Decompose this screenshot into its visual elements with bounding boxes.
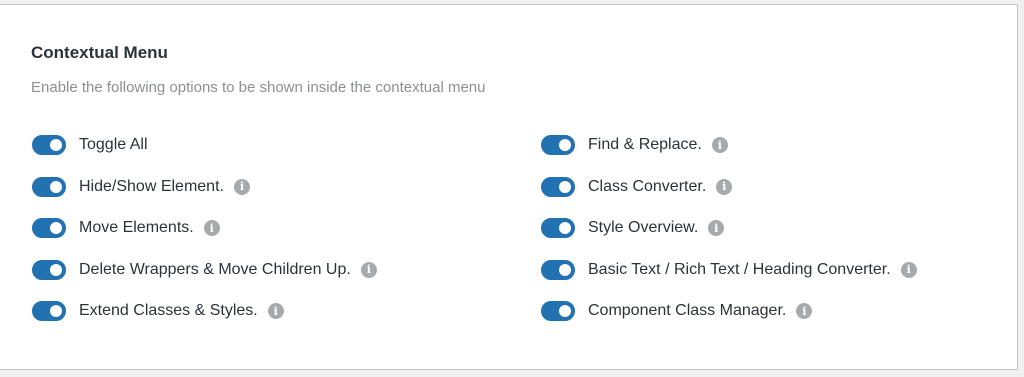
section-title: Contextual Menu xyxy=(31,43,168,62)
info-icon[interactable]: i xyxy=(360,261,377,278)
info-icon[interactable]: i xyxy=(711,137,728,153)
info-icon[interactable]: i xyxy=(716,178,733,195)
contextual-menu-panel: Contextual Menu Enable the following opt… xyxy=(0,4,1018,370)
move-elements-switch[interactable] xyxy=(32,218,66,238)
options-column-right: Find & Replace. i Class Converter. i Sty… xyxy=(541,133,917,341)
option-label: Style Overview. xyxy=(588,219,699,236)
option-label: Component Class Manager. xyxy=(588,302,787,319)
toggle-knob xyxy=(559,305,571,317)
toggle-knob xyxy=(50,305,62,317)
toggle-knob xyxy=(559,222,571,234)
toggle-knob xyxy=(559,263,571,276)
info-icon[interactable]: i xyxy=(796,303,813,319)
component-class-manager-switch[interactable] xyxy=(541,301,575,321)
info-icon[interactable]: i xyxy=(233,178,250,195)
toggle-knob xyxy=(559,180,571,193)
option-toggle-all: Toggle All xyxy=(32,133,377,157)
option-hide-show-element: Hide/Show Element. i xyxy=(32,175,377,199)
style-overview-switch[interactable] xyxy=(541,218,575,238)
option-label: Toggle All xyxy=(79,136,148,153)
option-find-replace: Find & Replace. i xyxy=(541,133,917,157)
toggle-knob xyxy=(50,222,62,234)
info-icon[interactable]: i xyxy=(267,303,284,319)
option-label: Find & Replace. xyxy=(588,136,702,153)
toggle-knob xyxy=(50,139,62,151)
option-delete-wrappers: Delete Wrappers & Move Children Up. i xyxy=(32,258,377,282)
option-label: Extend Classes & Styles. xyxy=(79,302,258,319)
option-label: Class Converter. xyxy=(588,177,707,195)
toggle-knob xyxy=(50,263,62,276)
extend-classes-switch[interactable] xyxy=(32,301,66,321)
info-icon[interactable]: i xyxy=(708,220,725,236)
option-class-converter: Class Converter. i xyxy=(541,175,917,199)
option-move-elements: Move Elements. i xyxy=(32,216,377,240)
options-column-left: Toggle All Hide/Show Element. i Move Ele… xyxy=(32,133,377,341)
info-icon[interactable]: i xyxy=(900,261,917,278)
class-converter-switch[interactable] xyxy=(541,176,575,197)
toggle-all-switch[interactable] xyxy=(32,135,66,155)
text-converter-switch[interactable] xyxy=(541,259,575,280)
option-text-converter: Basic Text / Rich Text / Heading Convert… xyxy=(541,258,917,282)
option-label: Hide/Show Element. xyxy=(79,177,224,195)
toggle-knob xyxy=(50,180,62,193)
option-label: Delete Wrappers & Move Children Up. xyxy=(79,260,351,278)
option-extend-classes: Extend Classes & Styles. i xyxy=(32,299,377,323)
find-replace-switch[interactable] xyxy=(541,135,575,155)
option-style-overview: Style Overview. i xyxy=(541,216,917,240)
section-description: Enable the following options to be shown… xyxy=(31,79,486,96)
option-label: Move Elements. xyxy=(79,219,194,236)
toggle-knob xyxy=(559,139,571,151)
info-icon[interactable]: i xyxy=(203,220,220,236)
delete-wrappers-switch[interactable] xyxy=(32,259,66,280)
option-label: Basic Text / Rich Text / Heading Convert… xyxy=(588,260,891,278)
hide-show-element-switch[interactable] xyxy=(32,176,66,197)
option-component-class-manager: Component Class Manager. i xyxy=(541,299,917,323)
